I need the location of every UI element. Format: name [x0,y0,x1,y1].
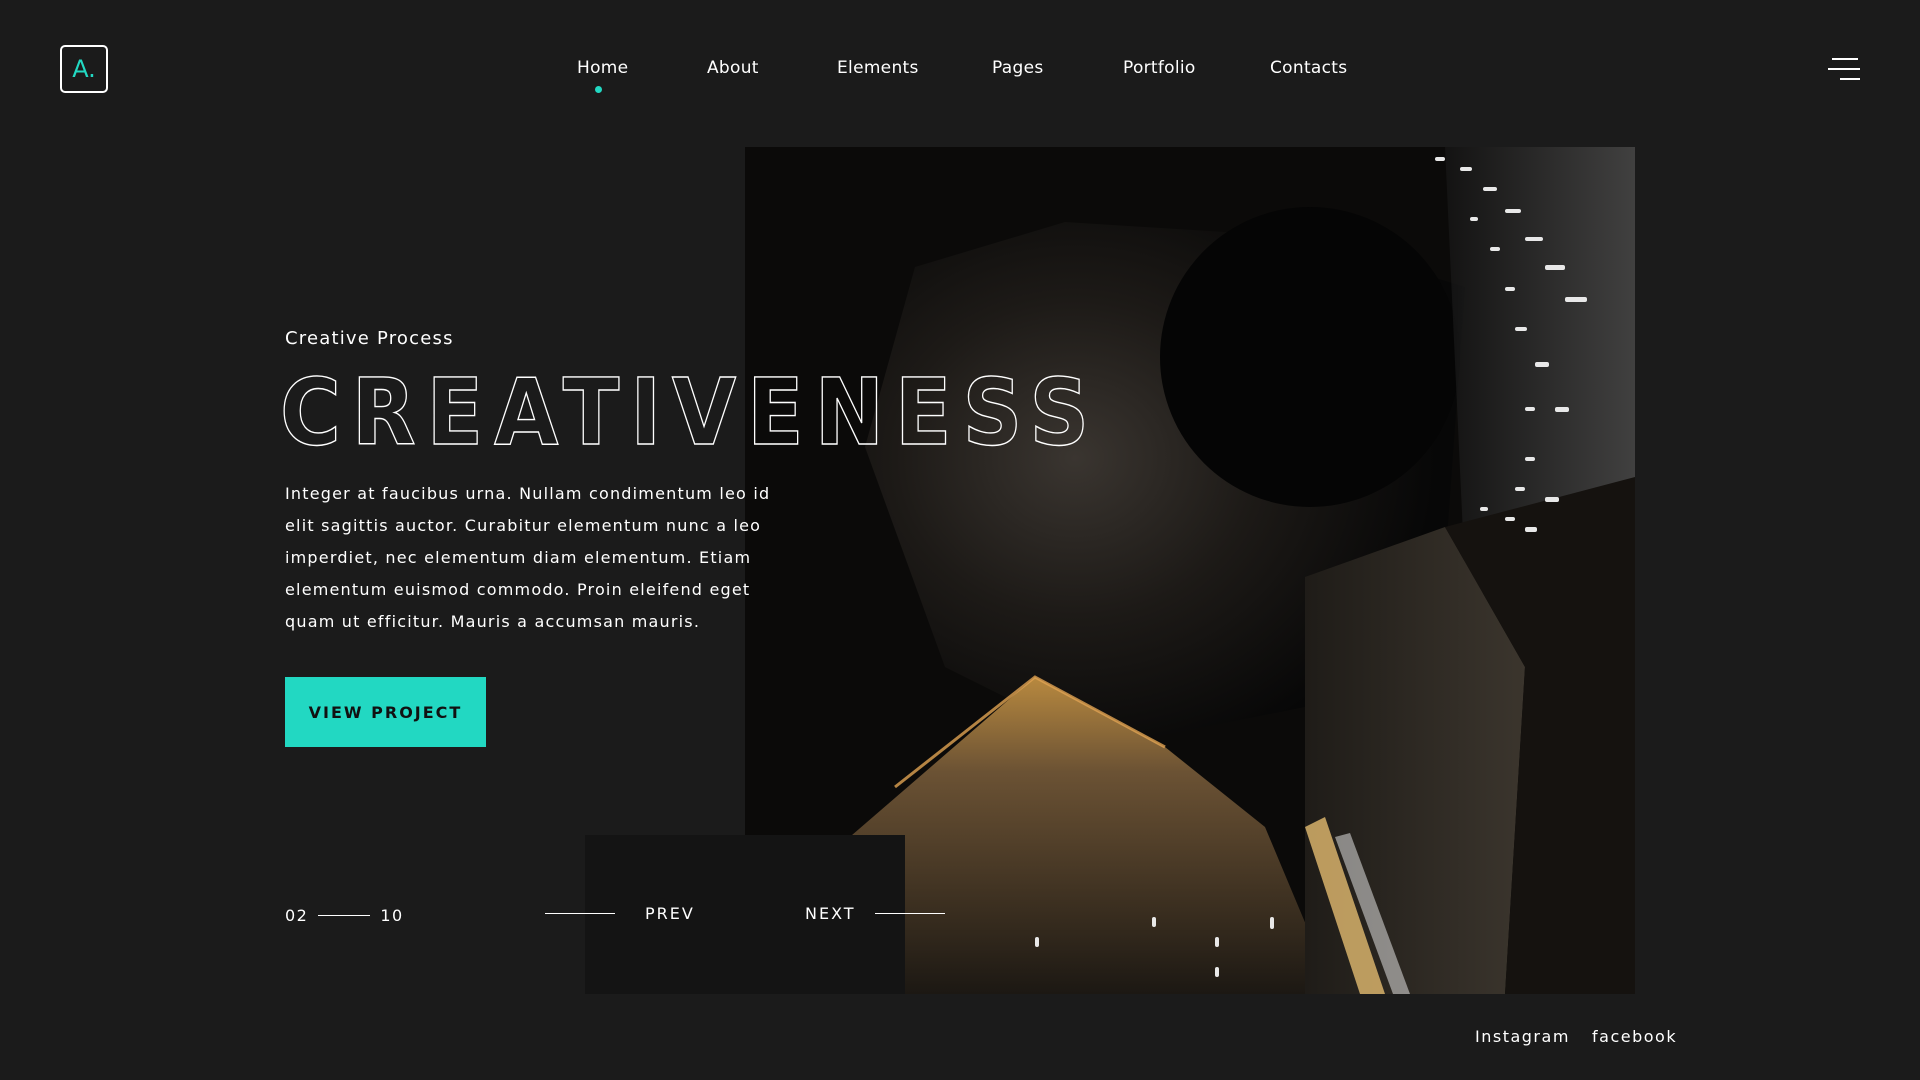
outlined-title: CREATIVENESS [279,358,1088,466]
hamburger-line-bottom [1840,78,1860,80]
hero-description: Integer at faucibus urna. Nullam condime… [285,484,771,631]
slider-controls-panel [585,835,905,994]
nav-item-portfolio[interactable]: Portfolio [1123,58,1196,78]
hamburger-line-top [1832,58,1858,60]
social-link-facebook[interactable]: facebook [1592,1027,1677,1046]
slide-current: 02 [285,905,309,925]
social-link-instagram[interactable]: Instagram [1475,1027,1570,1046]
hamburger-menu-icon[interactable] [1828,56,1860,82]
outlined-title-text: CREATIVENESS [280,359,1100,466]
view-project-button[interactable]: VIEW PROJECT [285,677,486,747]
nav-item-elements[interactable]: Elements [837,58,919,78]
nav-item-pages[interactable]: Pages [992,58,1044,78]
hamburger-line-middle [1828,68,1860,70]
page-title: CREATIVENESS [279,358,1130,466]
active-indicator-dot [595,86,602,93]
prev-button[interactable]: PREV [645,904,695,923]
nav-item-about[interactable]: About [707,58,759,78]
slide-counter: 02 10 [285,905,404,925]
next-button[interactable]: NEXT [805,904,856,923]
nav-item-home[interactable]: Home [577,58,628,78]
prev-line [545,913,615,914]
main-nav: Home About Elements Pages Portfolio Cont… [0,58,1920,93]
nav-item-contacts[interactable]: Contacts [1270,58,1347,78]
page: A. Home About Elements Pages Portfolio C… [0,0,1920,1080]
slide-total: 10 [380,905,404,925]
section-eyebrow: Creative Process [285,328,454,349]
counter-divider [318,914,371,916]
next-line [875,913,945,914]
